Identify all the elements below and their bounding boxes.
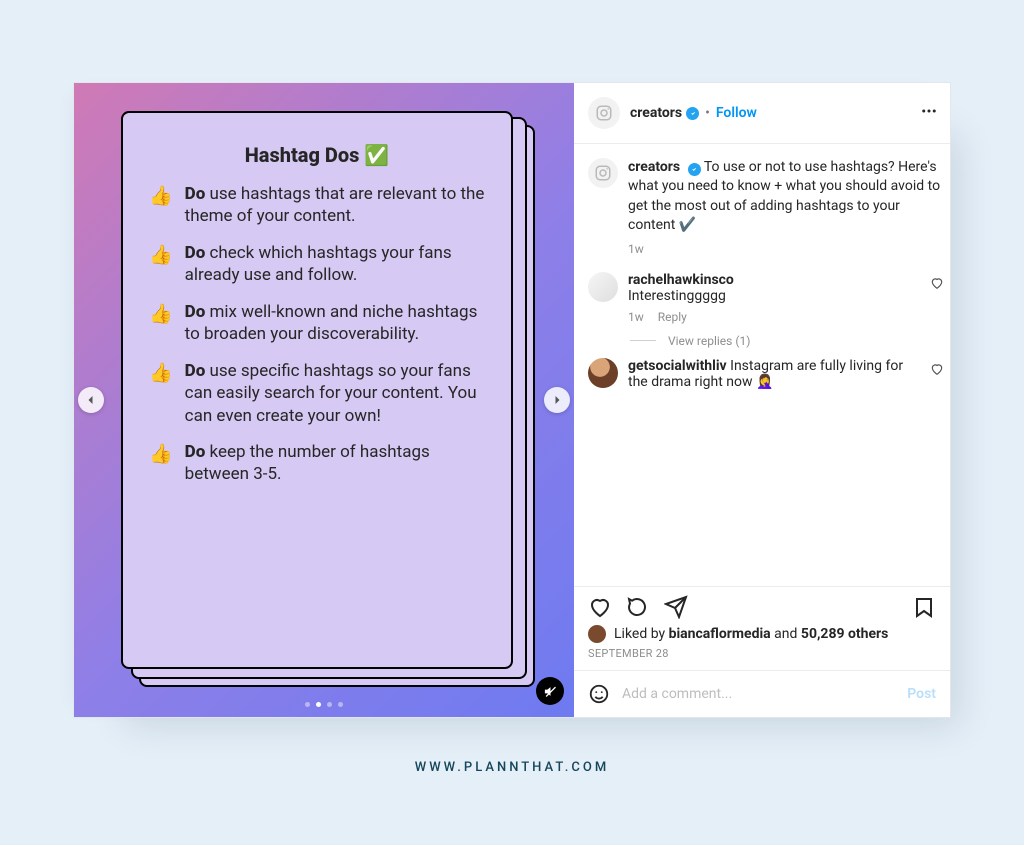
- chevron-right-icon: [551, 394, 563, 406]
- like-comment-button[interactable]: [930, 276, 944, 324]
- like-comment-button[interactable]: [930, 362, 944, 390]
- thumbs-up-icon: 👍: [149, 242, 173, 287]
- follow-button[interactable]: Follow: [716, 105, 757, 121]
- user-avatar[interactable]: [588, 158, 618, 188]
- tips-list: 👍 Do use hashtags that are relevant to th…: [149, 183, 485, 486]
- more-horizontal-icon: [920, 102, 938, 120]
- carousel-prev-button[interactable]: [78, 387, 104, 413]
- emoji-picker-button[interactable]: [588, 683, 610, 705]
- comment-time: 1w: [628, 310, 644, 324]
- share-button[interactable]: [664, 595, 688, 619]
- card-title: Hashtag Dos ✅: [149, 143, 485, 167]
- likes-text: Liked by biancaflormedia and 50,289 othe…: [614, 626, 888, 642]
- watermark: WWW.PLANNTHAT.COM: [415, 760, 609, 775]
- post-caption: creators To use or not to use hashtags? …: [588, 158, 944, 258]
- instagram-glyph-icon: [594, 164, 612, 182]
- likes-summary[interactable]: Liked by biancaflormedia and 50,289 othe…: [574, 623, 950, 645]
- more-options-button[interactable]: [920, 102, 938, 124]
- comment-text: Interestinggggg: [628, 288, 920, 304]
- heart-icon: [930, 276, 944, 290]
- thumbs-up-icon: 👍: [149, 441, 173, 486]
- commenter-name[interactable]: rachelhawkinsco: [628, 272, 734, 288]
- instagram-glyph-icon: [595, 104, 613, 122]
- tip-text: Do check which hashtags your fans alread…: [185, 242, 485, 287]
- mute-button[interactable]: [536, 677, 564, 705]
- tip-text: Do use specific hashtags so your fans ca…: [185, 360, 485, 427]
- commenter-avatar[interactable]: [588, 272, 618, 302]
- username[interactable]: creators: [628, 159, 680, 175]
- tip-text: Do keep the number of hashtags between 3…: [185, 441, 485, 486]
- caption-text: creators To use or not to use hashtags? …: [628, 159, 940, 233]
- comment-button[interactable]: [626, 595, 650, 619]
- user-avatar[interactable]: [588, 97, 620, 129]
- save-button[interactable]: [912, 595, 936, 619]
- smile-icon: [588, 683, 610, 705]
- verified-badge-icon: [686, 107, 699, 120]
- post-actions: [574, 586, 950, 623]
- card-stack: Hashtag Dos ✅ 👍 Do use hashtags that are …: [121, 111, 527, 675]
- post-comment-button[interactable]: Post: [907, 686, 936, 702]
- reply-button[interactable]: Reply: [658, 310, 687, 324]
- tip-text: Do mix well-known and niche hashtags to …: [185, 301, 485, 346]
- comment-item: getsocialwithliv Instagram are fully liv…: [588, 358, 944, 390]
- carousel-next-button[interactable]: [544, 387, 570, 413]
- commenter-name[interactable]: getsocialwithliv: [628, 358, 727, 374]
- carousel-dots: [74, 702, 574, 707]
- separator: •: [705, 105, 710, 121]
- username[interactable]: creators: [630, 105, 682, 121]
- chevron-left-icon: [85, 394, 97, 406]
- comment-item: rachelhawkinsco Interestinggggg 1w Reply: [588, 272, 944, 324]
- verified-badge-icon: [688, 163, 701, 176]
- comments-scroll[interactable]: creators To use or not to use hashtags? …: [574, 144, 950, 586]
- commenter-avatar[interactable]: [588, 358, 618, 388]
- caption-time: 1w: [628, 241, 944, 258]
- add-comment: Add a comment... Post: [574, 670, 950, 717]
- thumbs-up-icon: 👍: [149, 360, 173, 427]
- post-panel: creators • Follow creators: [574, 83, 950, 717]
- comment-input[interactable]: Add a comment...: [622, 686, 895, 702]
- view-replies-button[interactable]: View replies (1): [630, 334, 944, 348]
- heart-icon: [930, 362, 944, 376]
- post-header: creators • Follow: [574, 83, 950, 144]
- tip-text: Do use hashtags that are relevant to the…: [185, 183, 485, 228]
- instagram-post-embed: Hashtag Dos ✅ 👍 Do use hashtags that are …: [73, 82, 951, 718]
- liker-avatar: [588, 625, 606, 643]
- sound-off-icon: [543, 684, 558, 699]
- post-media[interactable]: Hashtag Dos ✅ 👍 Do use hashtags that are …: [74, 83, 574, 717]
- like-button[interactable]: [588, 595, 612, 619]
- comment-body: getsocialwithliv Instagram are fully liv…: [628, 358, 903, 390]
- thumbs-up-icon: 👍: [149, 301, 173, 346]
- card-front: Hashtag Dos ✅ 👍 Do use hashtags that are …: [121, 111, 513, 669]
- post-date: SEPTEMBER 28: [574, 645, 950, 670]
- thumbs-up-icon: 👍: [149, 183, 173, 228]
